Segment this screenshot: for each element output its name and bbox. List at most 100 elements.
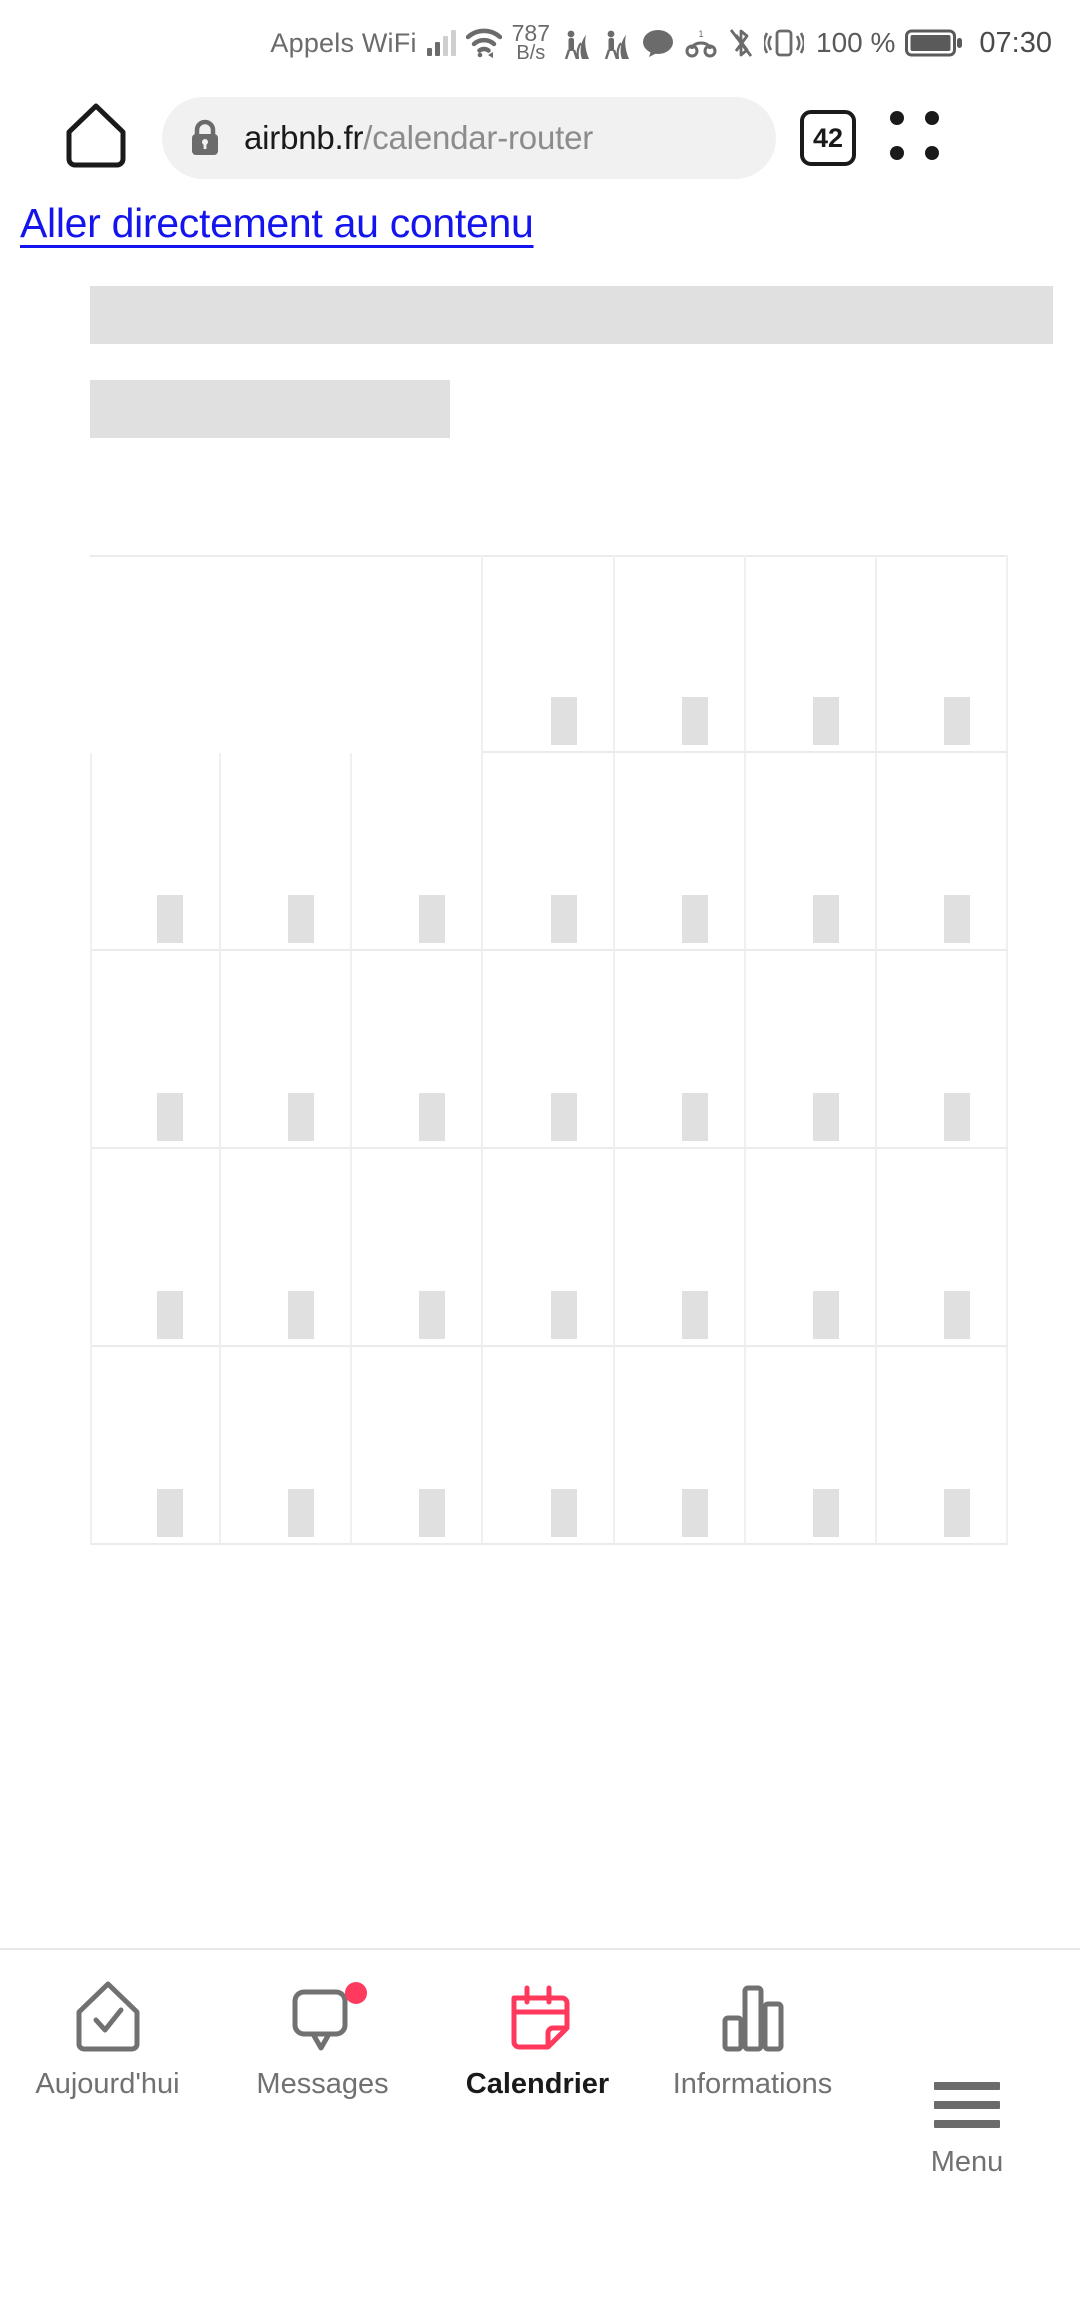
calendar-day-cell[interactable] xyxy=(614,1347,746,1545)
nav-label: Messages xyxy=(256,2068,389,2100)
calendar-day-cell[interactable] xyxy=(876,555,1008,753)
calendar-icon xyxy=(500,1978,576,2056)
calendar-day-cell[interactable] xyxy=(614,555,746,753)
bluetooth-off-icon xyxy=(728,26,754,60)
calendar-blank-cell xyxy=(90,555,221,753)
day-number-skeleton xyxy=(681,1291,708,1339)
day-number-skeleton xyxy=(157,1489,184,1537)
calendar-day-cell[interactable] xyxy=(745,1347,877,1545)
nav-label: Calendrier xyxy=(465,2068,610,2100)
day-number-skeleton xyxy=(943,895,970,943)
battery-full-icon xyxy=(905,27,963,59)
home-button[interactable] xyxy=(48,101,144,176)
calendar-day-cell[interactable] xyxy=(483,1347,615,1545)
day-number-skeleton xyxy=(812,895,839,943)
day-number-skeleton xyxy=(681,1489,708,1537)
calendar-week-row xyxy=(90,951,1008,1149)
day-number-skeleton xyxy=(812,697,839,745)
calendar-day-cell[interactable] xyxy=(745,1149,877,1347)
home-icon xyxy=(63,101,129,176)
calendar-day-cell[interactable] xyxy=(352,951,484,1149)
calendar-day-cell[interactable] xyxy=(876,1149,1008,1347)
hamburger-icon xyxy=(934,2082,1000,2128)
calendar-day-cell[interactable] xyxy=(90,753,222,951)
skip-to-content-link[interactable]: Aller directement au contenu xyxy=(20,200,534,247)
battery-percent-label: 100 % xyxy=(816,27,896,58)
calendar-day-cell[interactable] xyxy=(614,753,746,951)
calendar-day-cell[interactable] xyxy=(483,753,615,951)
calendar-day-cell[interactable] xyxy=(483,555,615,753)
calendar-grid xyxy=(90,555,1008,1545)
clock-label: 07:30 xyxy=(979,26,1052,59)
url-text: airbnb.fr/calendar-router xyxy=(244,119,593,157)
day-number-skeleton xyxy=(157,895,184,943)
nav-item-messages[interactable]: Messages xyxy=(215,1950,430,2120)
carrier-label: Appels WiFi xyxy=(270,27,417,58)
svg-text:1: 1 xyxy=(699,29,704,39)
calendar-day-cell[interactable] xyxy=(352,1347,484,1545)
day-number-skeleton xyxy=(943,697,970,745)
vibrate-icon xyxy=(764,26,805,60)
day-number-skeleton xyxy=(943,1093,970,1141)
day-number-skeleton xyxy=(812,1291,839,1339)
calendar-day-cell[interactable] xyxy=(745,951,877,1149)
speech-bubble-icon xyxy=(283,1978,367,2056)
nav-label: Aujourd'hui xyxy=(35,2068,180,2100)
day-number-skeleton xyxy=(157,1093,184,1141)
tab-count-button[interactable]: 42 xyxy=(800,110,856,166)
calendar-day-cell[interactable] xyxy=(614,1149,746,1347)
page-content: Aller directement au contenu Aujourd'hui… xyxy=(0,190,1080,2310)
day-number-skeleton xyxy=(550,1093,577,1141)
calendar-week-row xyxy=(90,753,1008,951)
day-number-skeleton xyxy=(681,697,708,745)
subtitle-skeleton xyxy=(90,380,450,438)
calendar-day-cell[interactable] xyxy=(90,1347,222,1545)
calendar-day-cell[interactable] xyxy=(90,1149,222,1347)
nav-item-aujourdhui[interactable]: Aujourd'hui xyxy=(0,1950,215,2120)
four-dots-menu-icon[interactable] xyxy=(890,111,944,165)
calendar-day-cell[interactable] xyxy=(614,951,746,1149)
calendar-day-cell[interactable] xyxy=(90,951,222,1149)
menu-button[interactable]: Menu xyxy=(892,2082,1042,2179)
data-rate-value: 787 xyxy=(511,19,551,46)
nav-label: Informations xyxy=(672,2068,833,2100)
calendar-day-cell[interactable] xyxy=(221,1347,353,1545)
lock-icon xyxy=(188,118,222,158)
url-bar[interactable]: airbnb.fr/calendar-router xyxy=(162,97,776,179)
nav-item-calendrier[interactable]: Calendrier xyxy=(430,1950,645,2120)
calendar-day-cell[interactable] xyxy=(221,951,353,1149)
day-number-skeleton xyxy=(550,1489,577,1537)
title-skeleton xyxy=(90,286,1053,344)
nav-item-informations[interactable]: Informations xyxy=(645,1950,860,2120)
day-number-skeleton xyxy=(681,1093,708,1141)
day-number-skeleton xyxy=(550,1291,577,1339)
calendar-day-cell[interactable] xyxy=(221,753,353,951)
day-number-skeleton xyxy=(288,1093,315,1141)
signal-bars-icon xyxy=(426,30,456,56)
calendar-blank-cell xyxy=(221,555,352,753)
calendar-day-cell[interactable] xyxy=(221,1149,353,1347)
calendar-day-cell[interactable] xyxy=(483,1149,615,1347)
url-path: /calendar-router xyxy=(363,119,594,156)
calendar-week-row xyxy=(90,555,1008,753)
headphones-icon: 1 xyxy=(684,28,718,58)
day-number-skeleton xyxy=(943,1489,970,1537)
data-rate-unit: B/s xyxy=(516,42,546,65)
calendar-day-cell[interactable] xyxy=(352,753,484,951)
url-host: airbnb.fr xyxy=(244,119,364,156)
calendar-day-cell[interactable] xyxy=(745,555,877,753)
notification-badge xyxy=(344,1982,367,2004)
calendar-day-cell[interactable] xyxy=(876,753,1008,951)
bar-chart-icon xyxy=(715,1978,791,2056)
calendar-day-cell[interactable] xyxy=(876,1347,1008,1545)
menu-label: Menu xyxy=(930,2146,1004,2178)
data-rate-indicator: 787 B/s xyxy=(511,19,551,65)
bottom-navigation-bar: Aujourd'hui Messages Calendrier Informat… xyxy=(0,1948,1080,2310)
day-number-skeleton xyxy=(419,895,446,943)
calendar-day-cell[interactable] xyxy=(876,951,1008,1149)
calendar-day-cell[interactable] xyxy=(352,1149,484,1347)
calendar-day-cell[interactable] xyxy=(745,753,877,951)
calendar-day-cell[interactable] xyxy=(483,951,615,1149)
day-number-skeleton xyxy=(419,1093,446,1141)
day-number-skeleton xyxy=(419,1489,446,1537)
